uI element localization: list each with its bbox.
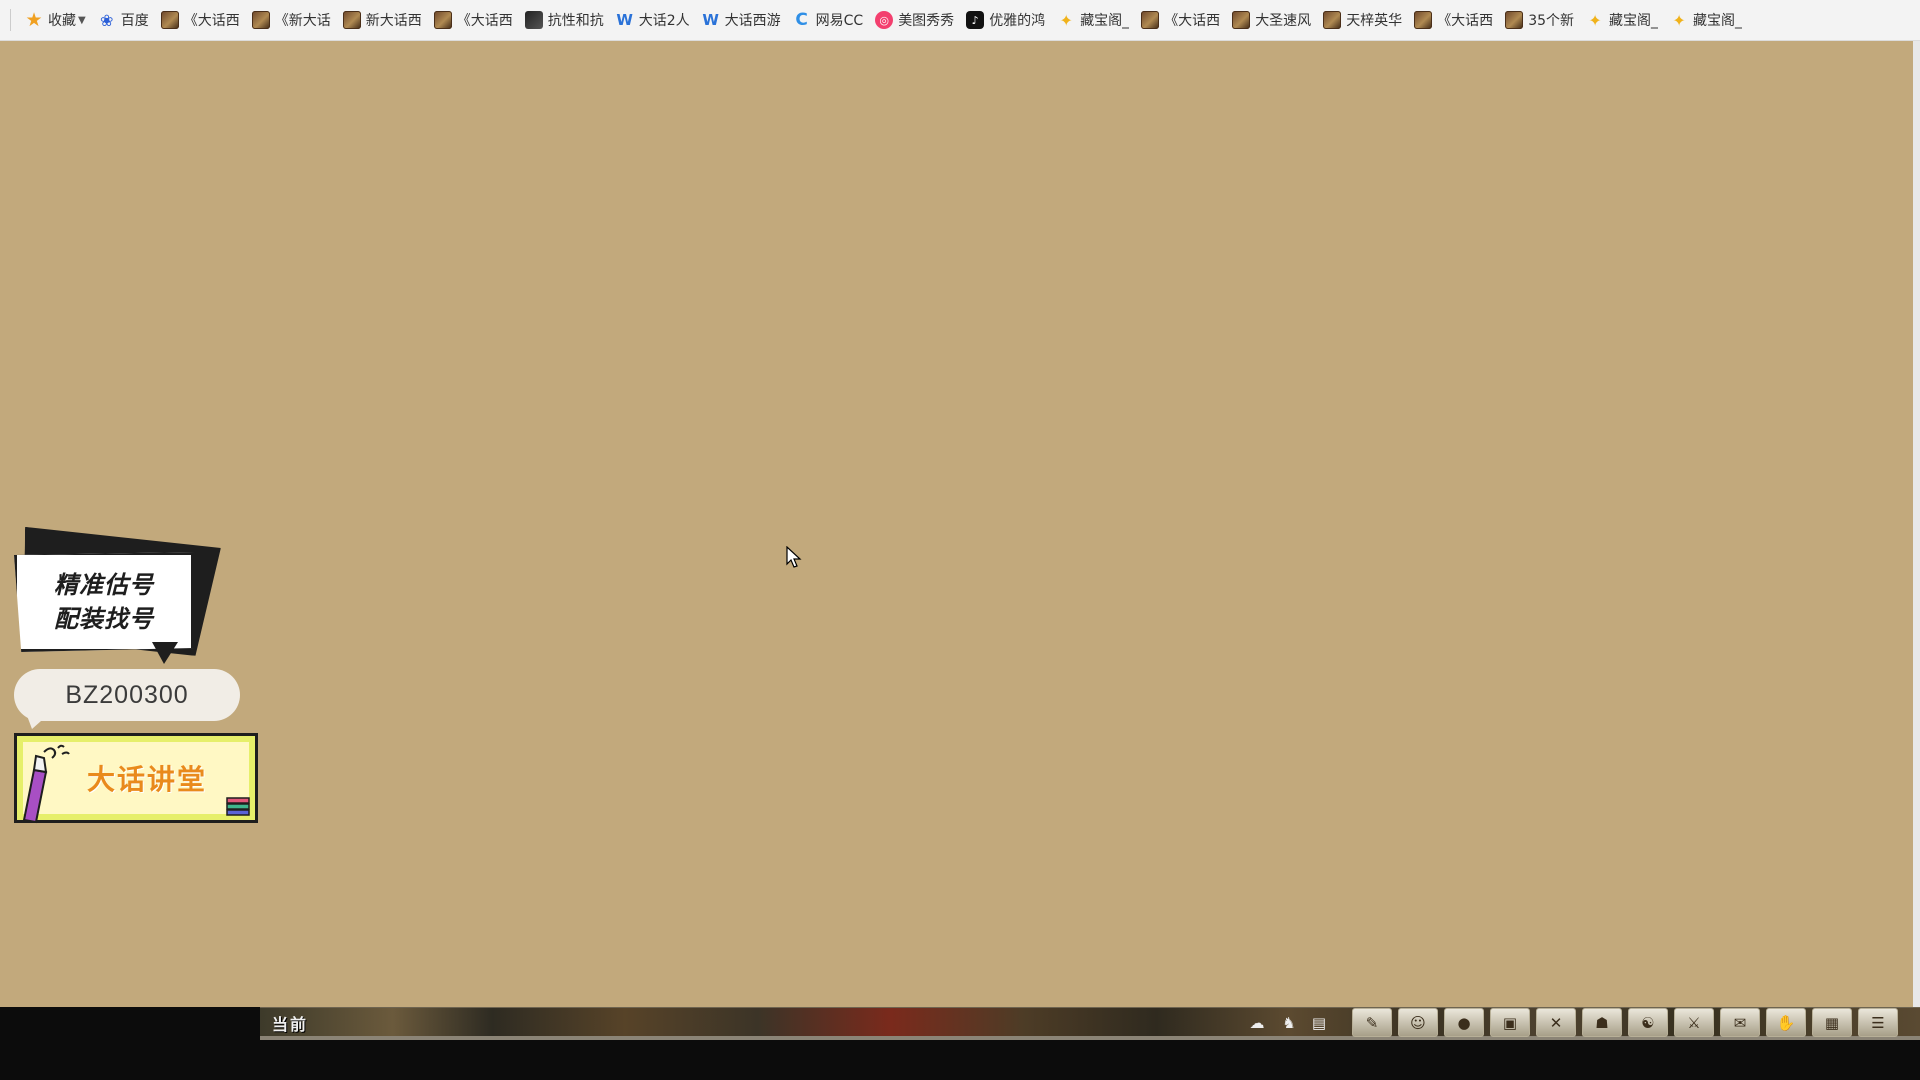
bookmark-item[interactable]: 《大话西 — [1410, 5, 1501, 35]
bookmarks-bar: ★ 收藏 ▼ ❀ 百度 《大话西 《新大话 新大话西 《大话西 抗性和抗 W 大… — [0, 0, 1920, 41]
bookmark-label: 藏宝阁_ — [1693, 13, 1743, 29]
map-icon[interactable]: ✎ — [1352, 1008, 1392, 1037]
bookmark-item[interactable]: 《大话西 — [430, 5, 521, 35]
team-icon[interactable]: ♞ — [1276, 1008, 1302, 1037]
current-channel-label[interactable]: 当前 — [272, 1011, 308, 1035]
book-stack-icon — [226, 797, 250, 816]
game-icon — [1414, 11, 1433, 29]
lecture-title: 大话讲堂 — [86, 763, 207, 796]
bookmark-label: 收藏 — [48, 13, 76, 29]
game-strip-rail — [260, 1036, 1920, 1040]
bookmark-label: 优雅的鸿 — [989, 13, 1046, 29]
game-icon — [342, 11, 361, 29]
bookmark-label: 百度 — [120, 13, 149, 29]
bookmark-baidu[interactable]: ❀ 百度 — [94, 5, 157, 35]
bookmark-item[interactable]: 天梓英华 — [1319, 5, 1410, 35]
bookmark-item[interactable]: 《大话西 — [1137, 5, 1228, 35]
bookmark-label: 藏宝阁_ — [1080, 13, 1130, 29]
ad-widget[interactable]: 精准估号 配装找号 BZ200300 大话讲堂 — [12, 530, 262, 830]
bookmark-item[interactable]: W 大话西游 — [698, 5, 789, 35]
bookmark-item[interactable]: 新大话西 — [339, 5, 430, 35]
skill-icon[interactable]: ✕ — [1536, 1008, 1576, 1037]
calendar-icon[interactable]: ▦ — [1812, 1008, 1852, 1037]
item-icon[interactable]: ▣ — [1490, 1008, 1530, 1037]
bookmark-cangbaoge[interactable]: ✦ 藏宝阁_ — [1053, 5, 1137, 35]
bookmark-item[interactable]: 《大话西 — [157, 5, 248, 35]
friends-icon[interactable]: ☁ — [1244, 1008, 1270, 1037]
bookmark-label: 美图秀秀 — [898, 13, 955, 29]
bookmark-item[interactable]: 大圣速风 — [1228, 5, 1319, 35]
bookmark-label: 《新大话 — [274, 13, 331, 29]
meitu-icon: ◎ — [875, 11, 894, 29]
mouse-cursor-icon — [786, 546, 802, 568]
bookmark-label: 《大话西 — [183, 13, 240, 29]
speech-bubble[interactable]: 精准估号 配装找号 — [14, 552, 194, 652]
bookmark-cangbaoge[interactable]: ✦ 藏宝阁_ — [1582, 5, 1666, 35]
game-icon — [1141, 11, 1160, 29]
bookmark-label: 35个新 — [1528, 13, 1575, 29]
bookmark-item[interactable]: 35个新 — [1501, 5, 1582, 35]
game-icon — [251, 11, 270, 29]
bookmark-label: 抗性和抗 — [547, 13, 604, 29]
taiji-icon[interactable]: ☯ — [1628, 1008, 1668, 1037]
game-icon — [1323, 11, 1342, 29]
bookmark-label: 大话2人 — [638, 13, 690, 29]
bookmark-favorites[interactable]: ★ 收藏 ▼ — [21, 5, 94, 35]
cangbaoge-icon: ✦ — [1588, 10, 1602, 30]
bookmark-label: 网易CC — [815, 13, 864, 29]
id-pill-tail — [26, 713, 50, 729]
bookmark-netease-cc[interactable]: C 网易CC — [789, 5, 872, 35]
chat-icon[interactable]: ▤ — [1306, 1008, 1332, 1037]
task-icon[interactable]: ✉ — [1720, 1008, 1760, 1037]
chevron-down-icon[interactable]: ▼ — [78, 15, 86, 26]
bookmark-label: 藏宝阁_ — [1609, 13, 1659, 29]
baidu-paw-icon: ❀ — [100, 10, 114, 30]
bookmarks-separator — [10, 9, 11, 31]
lecture-card[interactable]: 大话讲堂 — [14, 733, 258, 824]
tiktok-icon: ♪ — [966, 11, 985, 29]
game-icon — [1505, 11, 1524, 29]
bookmark-label: 《大话西 — [1164, 13, 1221, 29]
bubble-line-2: 配装找号 — [54, 605, 154, 633]
cangbaoge-icon: ✦ — [1059, 10, 1073, 30]
bubble-line-1: 精准估号 — [54, 571, 154, 599]
bookmark-label: 天梓英华 — [1346, 13, 1403, 29]
bookmark-tiktok[interactable]: ♪ 优雅的鸿 — [962, 5, 1053, 35]
star-icon: ★ — [25, 9, 43, 31]
menu-icon[interactable]: ☰ — [1858, 1008, 1898, 1037]
wing-icon: W — [702, 11, 719, 29]
cangbaoge-icon: ✦ — [1672, 10, 1686, 30]
bookmark-item[interactable]: 《新大话 — [248, 5, 339, 35]
system-icon[interactable]: ✋ — [1766, 1008, 1806, 1037]
bookmark-cangbaoge[interactable]: ✦ 藏宝阁_ — [1666, 5, 1750, 35]
netease-cc-icon: C — [795, 10, 808, 30]
bookmark-label: 新大话西 — [365, 13, 422, 29]
gang-icon[interactable]: ☗ — [1582, 1008, 1622, 1037]
game-icon — [433, 11, 452, 29]
bookmark-item[interactable]: W 大话2人 — [612, 5, 698, 35]
bookmark-meitu[interactable]: ◎ 美图秀秀 — [871, 5, 962, 35]
scrollbar[interactable] — [1913, 41, 1920, 1007]
character-icon[interactable]: ☺ — [1398, 1008, 1438, 1037]
speech-bubble-tail — [152, 642, 178, 664]
game-icon — [1232, 11, 1251, 29]
pen-icon — [22, 744, 70, 824]
bookmark-item[interactable]: 抗性和抗 — [521, 5, 612, 35]
bookmark-label: 大圣速风 — [1255, 13, 1312, 29]
weapon-icon[interactable]: ⚔ — [1674, 1008, 1714, 1037]
wing-icon: W — [616, 11, 633, 29]
dark-game-icon — [524, 11, 543, 29]
bookmark-label: 《大话西 — [1437, 13, 1494, 29]
bookmark-label: 《大话西 — [456, 13, 513, 29]
pet-icon[interactable]: ● — [1444, 1008, 1484, 1037]
bookmark-label: 大话西游 — [724, 13, 781, 29]
game-icon — [160, 11, 179, 29]
